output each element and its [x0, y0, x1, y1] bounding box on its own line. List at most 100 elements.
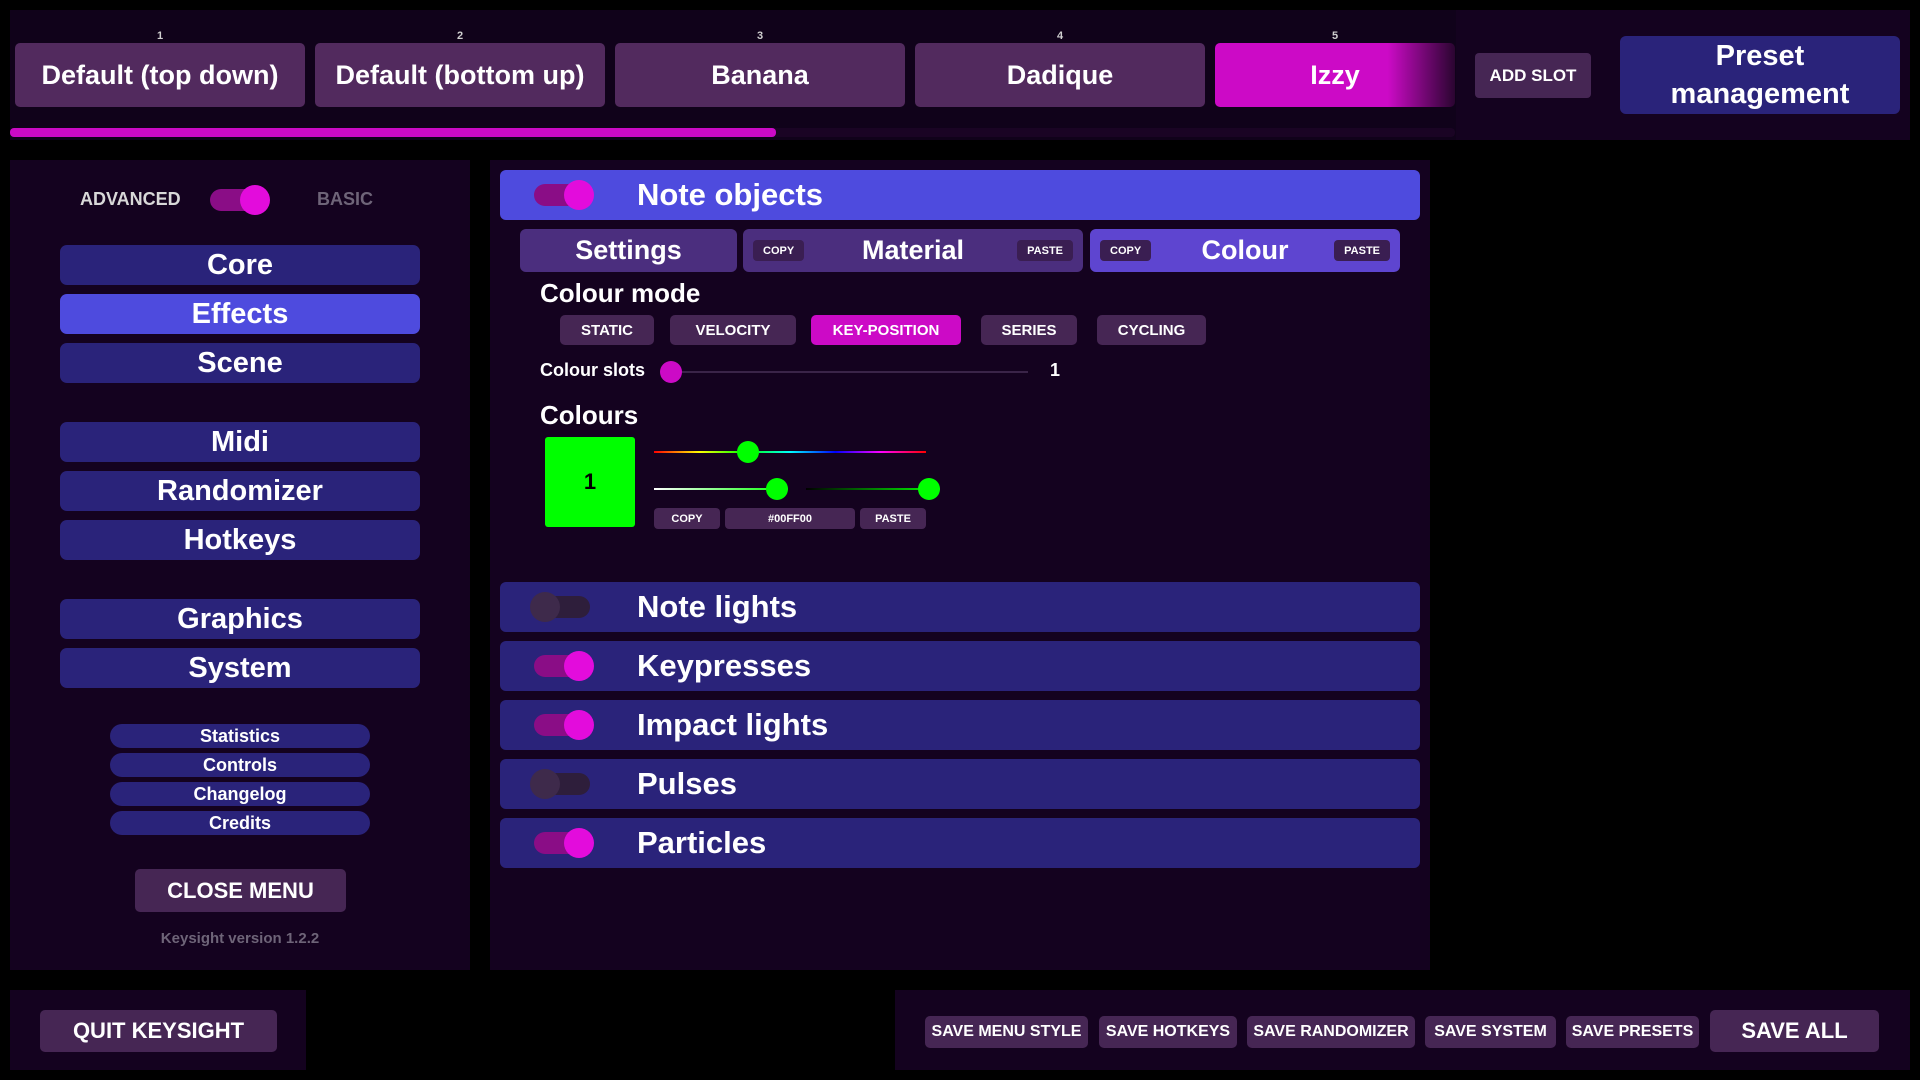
colour-slots-label: Colour slots [540, 360, 646, 380]
slider-track [654, 451, 926, 453]
colour-mode-cycling[interactable]: CYCLING [1097, 315, 1206, 345]
preset-slot-label: Dadique [1006, 59, 1114, 90]
tab-settings[interactable]: Settings [520, 229, 737, 272]
section-title: Note lights [637, 589, 798, 624]
sidebar-item-controls[interactable]: Controls [110, 753, 370, 777]
section-note-objects[interactable]: Note objects [500, 170, 1420, 220]
preset-management-button[interactable]: Preset management [1620, 36, 1900, 114]
preset-slot-label: Default (top down) [41, 59, 279, 90]
section-pulses[interactable]: Pulses [500, 759, 1420, 809]
slider-track [670, 371, 1028, 373]
preset-slot-number: 4 [1056, 30, 1064, 42]
save-hotkeys-button[interactable]: SAVE HOTKEYS [1099, 1016, 1237, 1048]
save-randomizer-button[interactable]: SAVE RANDOMIZER [1247, 1016, 1415, 1048]
colour-mode-label: Colour mode [540, 278, 701, 308]
section-note-lights[interactable]: Note lights [500, 582, 1420, 632]
colour-swatch[interactable]: 1 [545, 437, 635, 527]
preset-slot-label: Banana [711, 59, 809, 90]
preset-slot-4[interactable]: 4 Dadique [915, 30, 1205, 107]
swatch-paste-button[interactable]: PASTE [860, 508, 926, 529]
colour-slots-value: 1 [1050, 360, 1061, 380]
preset-slot-number: 3 [756, 30, 764, 42]
sidebar-item-hotkeys[interactable]: Hotkeys [60, 520, 420, 560]
colour-mode-series[interactable]: SERIES [981, 315, 1077, 345]
section-title: Keypresses [637, 648, 812, 683]
note-objects-toggle[interactable] [530, 180, 594, 210]
slider-knob[interactable] [766, 478, 788, 500]
preset-slot-number: 5 [1331, 30, 1339, 42]
material-paste-button[interactable]: PASTE [1017, 240, 1073, 261]
section-particles[interactable]: Particles [500, 818, 1420, 868]
swatch-copy-button[interactable]: COPY [654, 508, 720, 529]
preset-slot-3[interactable]: 3 Banana [615, 30, 905, 107]
preset-slot-1[interactable]: 1 Default (top down) [15, 30, 305, 107]
sidebar-item-randomizer[interactable]: Randomizer [60, 471, 420, 511]
sidebar-item-effects[interactable]: Effects [60, 294, 420, 334]
preset-slot-5[interactable]: 5 Izzy [1215, 30, 1455, 107]
section-title: Pulses [637, 766, 737, 801]
impact-lights-toggle[interactable] [530, 710, 594, 740]
preset-slot-2[interactable]: 2 Default (bottom up) [315, 30, 605, 107]
colour-copy-button[interactable]: COPY [1100, 240, 1152, 261]
colour-swatch-index: 1 [583, 469, 597, 494]
save-presets-button[interactable]: SAVE PRESETS [1566, 1016, 1699, 1048]
sidebar-item-statistics[interactable]: Statistics [110, 724, 370, 748]
mode-advanced-label: ADVANCED [80, 189, 181, 209]
hue-slider[interactable] [654, 440, 926, 464]
save-all-button[interactable]: SAVE ALL [1710, 1010, 1879, 1052]
version-text: Keysight version 1.2.2 [160, 930, 320, 947]
note-lights-toggle[interactable] [530, 592, 594, 622]
preset-slot-number: 1 [156, 30, 164, 42]
close-menu-button[interactable]: CLOSE MENU [135, 869, 346, 912]
section-impact-lights[interactable]: Impact lights [500, 700, 1420, 750]
slider-knob[interactable] [918, 478, 940, 500]
tab-material[interactable]: COPY Material PASTE [743, 229, 1083, 272]
swatch-hex-field[interactable]: #00FF00 [725, 508, 855, 529]
section-title: Particles [637, 825, 767, 860]
sidebar-item-midi[interactable]: Midi [60, 422, 420, 462]
toggle-knob [564, 710, 594, 740]
save-system-button[interactable]: SAVE SYSTEM [1425, 1016, 1556, 1048]
keypresses-toggle[interactable] [530, 651, 594, 681]
sidebar-item-system[interactable]: System [60, 648, 420, 688]
toggle-knob [530, 769, 560, 799]
toggle-knob [564, 180, 594, 210]
value-slider[interactable] [806, 477, 940, 501]
section-title: Impact lights [637, 707, 829, 742]
preset-slot-label: Izzy [1310, 59, 1360, 90]
add-slot-button[interactable]: ADD SLOT [1475, 53, 1591, 98]
toggle-knob [530, 592, 560, 622]
sidebar-item-graphics[interactable]: Graphics [60, 599, 420, 639]
saturation-slider[interactable] [654, 477, 788, 501]
colour-paste-button[interactable]: PASTE [1334, 240, 1390, 261]
slider-knob[interactable] [660, 361, 682, 383]
preset-slots-scroll-track[interactable] [10, 128, 1455, 137]
tab-colour[interactable]: COPY Colour PASTE [1090, 229, 1400, 272]
preset-slot-number: 2 [456, 30, 464, 42]
toggle-knob [564, 828, 594, 858]
toggle-knob [240, 185, 270, 215]
particles-toggle[interactable] [530, 828, 594, 858]
sidebar-item-changelog[interactable]: Changelog [110, 782, 370, 806]
mode-basic-label: BASIC [317, 189, 374, 209]
colours-label: Colours [540, 400, 639, 430]
tab-label: Colour [1201, 235, 1289, 265]
sidebar-item-credits[interactable]: Credits [110, 811, 370, 835]
preset-slot-label: Default (bottom up) [335, 59, 585, 90]
material-copy-button[interactable]: COPY [753, 240, 805, 261]
section-title: Note objects [637, 177, 824, 212]
mode-toggle[interactable] [206, 185, 270, 215]
pulses-toggle[interactable] [530, 769, 594, 799]
sidebar-item-scene[interactable]: Scene [60, 343, 420, 383]
colour-mode-static[interactable]: STATIC [560, 315, 654, 345]
save-menu-style-button[interactable]: SAVE MENU STYLE [925, 1016, 1088, 1048]
colour-mode-velocity[interactable]: VELOCITY [670, 315, 796, 345]
colour-mode-key-position[interactable]: KEY-POSITION [811, 315, 961, 345]
slider-knob[interactable] [736, 441, 759, 463]
tab-label: Material [861, 235, 965, 265]
quit-keysight-button[interactable]: QUIT KEYSIGHT [40, 1010, 277, 1052]
preset-slots-scroll-thumb[interactable] [10, 128, 776, 137]
colour-slots-slider[interactable] [660, 360, 1028, 384]
sidebar-item-core[interactable]: Core [60, 245, 420, 285]
section-keypresses[interactable]: Keypresses [500, 641, 1420, 691]
